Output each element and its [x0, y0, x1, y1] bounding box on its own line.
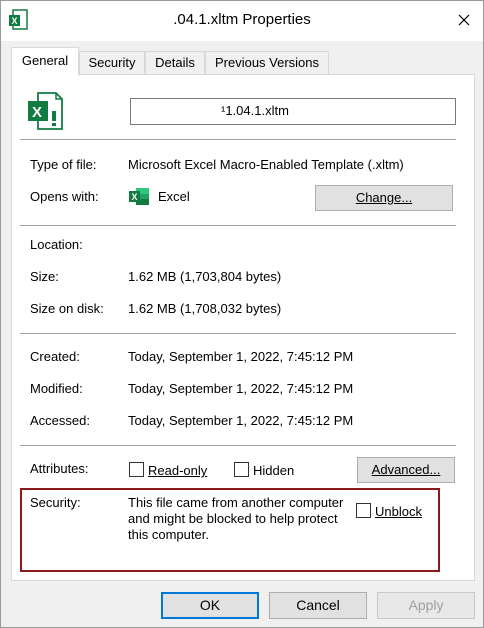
advanced-button-label: Advanced...: [371, 462, 441, 477]
readonly-checkbox[interactable]: [129, 462, 144, 477]
advanced-button[interactable]: Advanced...: [357, 457, 455, 483]
apply-button[interactable]: Apply: [377, 592, 475, 619]
hidden-label[interactable]: Hidden: [253, 463, 294, 478]
opens-with-value: Excel: [158, 189, 190, 204]
close-icon: [458, 14, 470, 26]
change-button[interactable]: Change...: [315, 185, 453, 211]
attributes-label: Attributes:: [30, 461, 89, 476]
readonly-label[interactable]: Read-only: [148, 463, 207, 478]
svg-text:X: X: [132, 192, 138, 202]
divider: [20, 225, 456, 226]
svg-text:X: X: [32, 104, 42, 121]
tab-general[interactable]: General: [11, 47, 79, 76]
window-title: .04.1.xltm Properties: [173, 11, 311, 28]
accessed-value: Today, September 1, 2022, 7:45:12 PM: [128, 413, 354, 428]
accessed-label: Accessed:: [30, 413, 90, 428]
general-panel: X ¹1.04.1.xltm Type of file: Microsoft E…: [11, 74, 475, 581]
unblock-label[interactable]: Unblock: [375, 504, 422, 519]
location-label: Location:: [30, 237, 83, 252]
divider: [20, 445, 456, 446]
close-button[interactable]: [447, 5, 481, 35]
size-on-disk-label: Size on disk:: [30, 301, 104, 316]
opens-with-label: Opens with:: [30, 189, 99, 204]
hidden-checkbox[interactable]: [234, 462, 249, 477]
size-on-disk-value: 1.62 MB (1,708,032 bytes): [128, 301, 282, 316]
size-label: Size:: [30, 269, 59, 284]
type-of-file-value: Microsoft Excel Macro-Enabled Template (…: [128, 157, 404, 172]
excel-template-icon: X: [26, 91, 66, 134]
type-of-file-label: Type of file:: [30, 157, 97, 172]
tab-details[interactable]: Details: [145, 51, 205, 75]
cancel-button[interactable]: Cancel: [269, 592, 367, 619]
modified-label: Modified:: [30, 381, 83, 396]
tab-previous-versions[interactable]: Previous Versions: [205, 51, 329, 75]
tab-security[interactable]: Security: [79, 51, 145, 75]
created-label: Created:: [30, 349, 80, 364]
excel-app-icon: X: [128, 187, 150, 210]
divider: [20, 333, 456, 334]
divider: [20, 139, 456, 140]
filename-field[interactable]: ¹1.04.1.xltm: [130, 98, 456, 125]
created-value: Today, September 1, 2022, 7:45:12 PM: [128, 349, 354, 364]
ok-button[interactable]: OK: [161, 592, 259, 619]
security-message-line-2: and might be blocked to help protect: [128, 511, 338, 526]
modified-value: Today, September 1, 2022, 7:45:12 PM: [128, 381, 354, 396]
size-value: 1.62 MB (1,703,804 bytes): [128, 269, 282, 284]
properties-dialog: X .04.1.xltm Properties General Security…: [0, 0, 484, 628]
security-message-line-1: This file came from another computer: [128, 495, 344, 510]
title-bar: X .04.1.xltm Properties: [1, 1, 483, 41]
security-label: Security:: [30, 495, 81, 510]
change-button-label: Change...: [355, 190, 413, 205]
unblock-checkbox[interactable]: [356, 503, 371, 518]
security-message-line-3: this computer.: [128, 527, 209, 542]
